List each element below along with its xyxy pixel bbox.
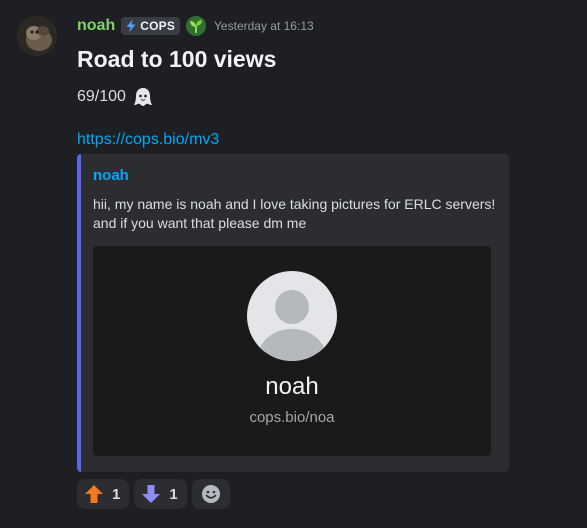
reaction-count: 1 [169, 485, 178, 503]
server-tag-badge[interactable]: COPS [121, 17, 181, 35]
add-reaction-button[interactable] [191, 479, 230, 509]
sprout-icon[interactable] [186, 16, 207, 36]
embed-author[interactable]: noah [93, 167, 129, 184]
reactions-bar: 1 1 [77, 479, 230, 509]
message-header: noah COPS Yesterday at 16:13 [77, 14, 314, 38]
embed-profile-name: noah [265, 373, 319, 400]
arrow-down-icon [142, 485, 161, 503]
lightning-icon [126, 19, 136, 33]
embed-description: hii, my name is noah and I love taking p… [93, 195, 498, 233]
embed-profile-url: cops.bio/noa [249, 409, 335, 426]
reaction-count: 1 [112, 485, 121, 503]
embed-description-line: and if you want that please dm me [93, 215, 307, 231]
message-timestamp[interactable]: Yesterday at 16:13 [214, 19, 314, 33]
reaction-arrow-up[interactable]: 1 [77, 479, 130, 509]
reaction-arrow-down[interactable]: 1 [134, 479, 187, 509]
message-heading: Road to 100 views [77, 46, 277, 72]
smiley-icon [201, 485, 220, 503]
embed-description-line: hii, my name is noah and I love taking p… [93, 196, 496, 212]
arrow-up-icon [85, 485, 103, 503]
default-avatar-icon [247, 271, 337, 361]
author-username[interactable]: noah [77, 17, 115, 35]
embed-image[interactable]: noah cops.bio/noa [93, 246, 491, 456]
link-embed: noah hii, my name is noah and I love tak… [77, 154, 509, 472]
counter-text: 69/100 [77, 88, 126, 105]
avatar-image [17, 16, 57, 56]
author-avatar[interactable] [17, 16, 57, 56]
ghost-icon [133, 88, 152, 106]
profile-link[interactable]: https://cops.bio/mv3 [77, 131, 219, 149]
server-tag-label: COPS [140, 19, 176, 33]
view-counter: 69/100 [77, 86, 154, 108]
